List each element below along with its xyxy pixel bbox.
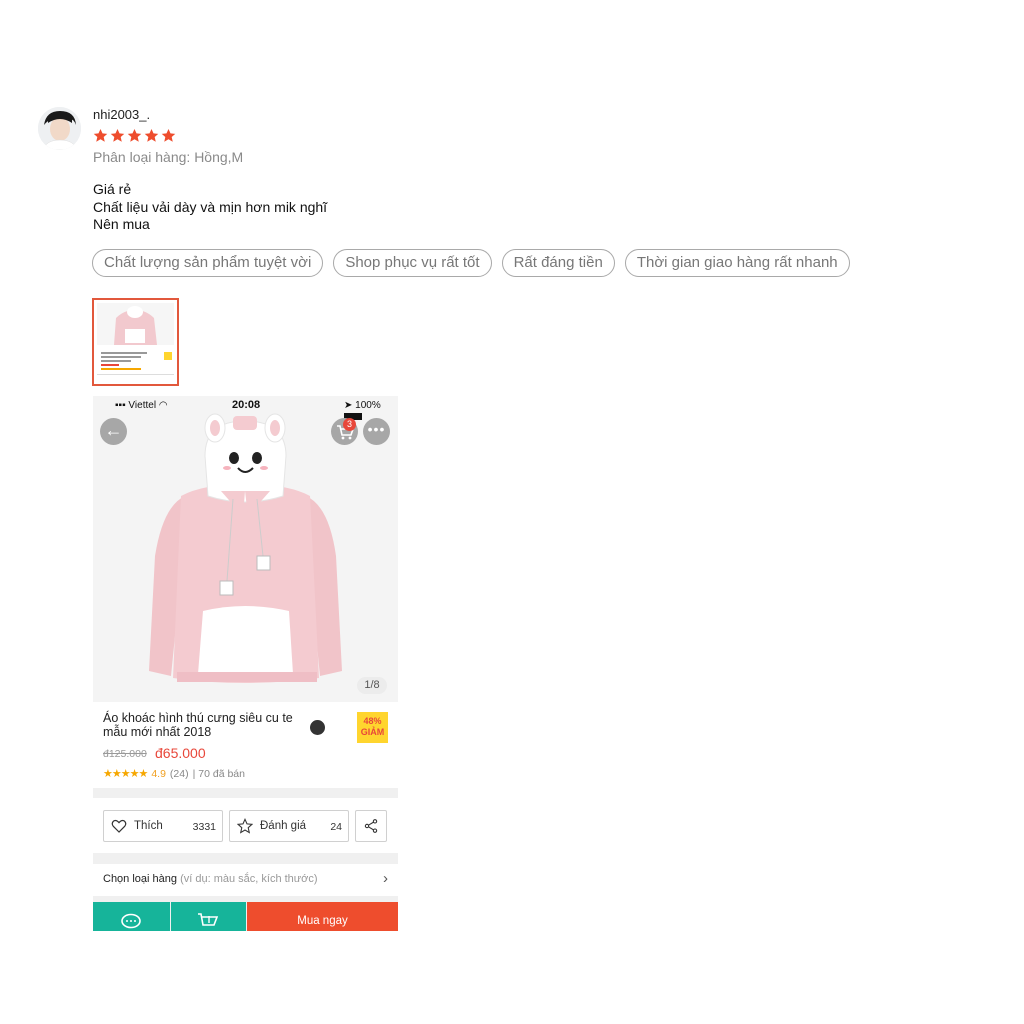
carrier-name: Viettel bbox=[128, 400, 157, 411]
discount-label: GIẢM bbox=[360, 727, 385, 737]
video-icon bbox=[310, 720, 325, 735]
username: nhi2003_. bbox=[93, 107, 151, 122]
star-icon bbox=[144, 128, 159, 142]
chat-icon bbox=[121, 913, 141, 929]
bottom-bar: Mua ngay bbox=[93, 902, 398, 931]
chat-button[interactable] bbox=[93, 902, 170, 931]
review-tag: Chất lượng sản phẩm tuyệt vời bbox=[92, 249, 324, 277]
rate-label: Đánh giá bbox=[260, 820, 307, 832]
discount-percent: 48% bbox=[363, 716, 382, 726]
arrow-left-icon: ← bbox=[104, 420, 123, 440]
more-button[interactable]: ••• bbox=[363, 418, 390, 445]
rate-count: 24 bbox=[330, 821, 342, 833]
comment-line: Giá rẻ bbox=[93, 181, 132, 197]
avatar[interactable] bbox=[38, 107, 81, 150]
back-button[interactable]: ← bbox=[100, 418, 127, 445]
like-count: 3331 bbox=[192, 821, 216, 833]
star-icon bbox=[93, 128, 108, 142]
product-info: Áo khoác hình thú cưng siêu cu te mẫu mớ… bbox=[93, 702, 398, 788]
star-icon bbox=[110, 128, 125, 142]
wifi-icon: ◠ bbox=[158, 400, 168, 411]
status-bar: ▪▪▪ Viettel ◠ 20:08 ➤ 100% bbox=[93, 396, 398, 420]
choose-variant-text: Chọn loại hàng (ví dụ: màu sắc, kích thư… bbox=[103, 873, 318, 885]
choose-variant-row[interactable]: Chọn loại hàng (ví dụ: màu sắc, kích thư… bbox=[93, 864, 398, 896]
image-counter: 1/8 bbox=[357, 677, 387, 694]
cart-count-badge: 3 bbox=[343, 418, 356, 431]
rating-value: 4.9 bbox=[151, 767, 166, 780]
action-row: Thích 3331 Đánh giá 24 bbox=[93, 798, 398, 853]
review-tag: Shop phục vụ rất tốt bbox=[333, 249, 492, 277]
comment-line: Chất liệu vải dày và mịn hơn mik nghĩ bbox=[93, 198, 328, 215]
location-icon: ➤ bbox=[344, 400, 353, 411]
heart-icon bbox=[111, 819, 127, 833]
star-icon bbox=[127, 128, 142, 142]
discount-badge: 48% GIẢM bbox=[357, 712, 388, 743]
buy-now-button[interactable]: Mua ngay bbox=[247, 902, 398, 931]
review-image-thumbnail[interactable] bbox=[92, 298, 179, 386]
more-icon: ••• bbox=[367, 421, 386, 437]
star-outline-icon bbox=[237, 818, 253, 834]
variant-label: Phân loại hàng: Hồng,M bbox=[93, 149, 244, 165]
sold-count: | 70 đã bán bbox=[192, 767, 245, 780]
share-icon bbox=[364, 819, 378, 833]
rating-count: (24) bbox=[169, 767, 189, 780]
comment-line: Nên mua bbox=[93, 216, 150, 232]
carrier-label: ▪▪▪ Viettel ◠ bbox=[115, 400, 168, 411]
review-tags: Chất lượng sản phẩm tuyệt vời Shop phục … bbox=[92, 249, 850, 277]
review-tag: Rất đáng tiền bbox=[501, 249, 615, 277]
new-price: đ65.000 bbox=[155, 745, 206, 761]
rate-button[interactable]: Đánh giá 24 bbox=[229, 810, 349, 842]
battery-percent: 100% bbox=[355, 400, 381, 411]
add-to-cart-button[interactable] bbox=[171, 902, 246, 931]
review-tag: Thời gian giao hàng rất nhanh bbox=[624, 249, 850, 277]
rating-stars-small: ★★★★★ bbox=[103, 768, 148, 780]
like-label: Thích bbox=[134, 820, 163, 832]
review-comment: Giá rẻ Chất liệu vải dày và mịn hơn mik … bbox=[93, 181, 327, 234]
share-button[interactable] bbox=[355, 810, 387, 842]
chevron-right-icon: › bbox=[383, 870, 388, 887]
choose-variant-label: Chọn loại hàng bbox=[103, 873, 178, 885]
add-cart-icon bbox=[198, 913, 219, 926]
status-time: 20:08 bbox=[232, 399, 261, 411]
product-rating: ★★★★★ 4.9 (24) | 70 đã bán bbox=[103, 767, 245, 781]
like-button[interactable]: Thích 3331 bbox=[103, 810, 223, 842]
review-image-large[interactable]: ▪▪▪ Viettel ◠ 20:08 ➤ 100% ← 3 ••• 1/8 Á… bbox=[93, 396, 398, 931]
star-icon bbox=[161, 128, 176, 142]
product-title: Áo khoác hình thú cưng siêu cu te mẫu mớ… bbox=[103, 711, 293, 739]
choose-variant-hint: (ví dụ: màu sắc, kích thước) bbox=[180, 873, 318, 885]
rating-stars bbox=[93, 128, 176, 143]
old-price: đ125.000 bbox=[103, 748, 147, 760]
